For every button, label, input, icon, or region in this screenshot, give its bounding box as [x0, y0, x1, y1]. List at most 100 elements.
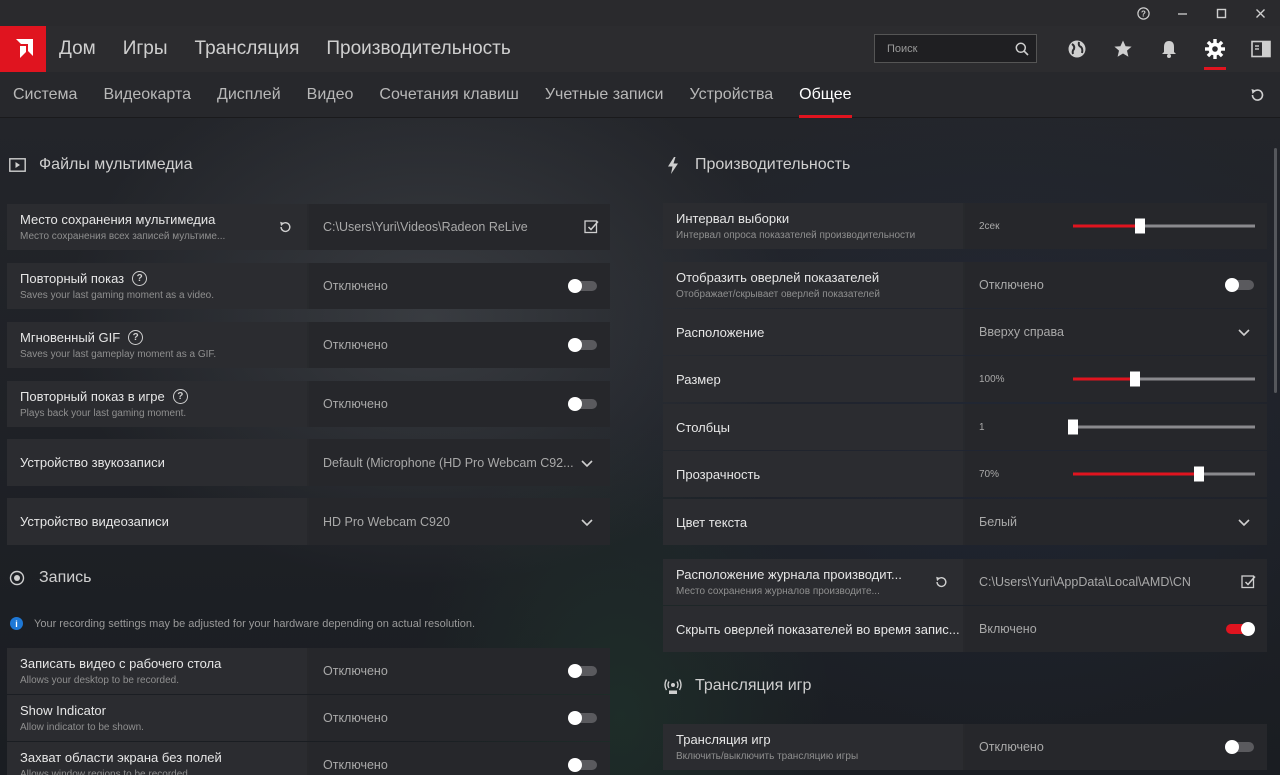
maximize-icon[interactable] — [1202, 0, 1241, 26]
media-1-value-cell: Отключено — [309, 263, 610, 309]
media-3-value: Отключено — [323, 397, 388, 411]
amd-logo-icon[interactable] — [0, 26, 46, 72]
gear-icon[interactable] — [1192, 26, 1238, 72]
media-0-value-cell: C:\Users\Yuri\Videos\Radeon ReLive — [309, 204, 610, 250]
stream-section-title: Трансляция игр — [664, 677, 811, 695]
chevron-down-icon[interactable] — [580, 515, 594, 529]
media-3-toggle[interactable] — [568, 397, 597, 411]
overlay-3-title: Столбцы — [676, 420, 963, 435]
media-0-row: Место сохранения мультимедиа Место сохран… — [7, 204, 610, 250]
log-1-toggle[interactable] — [1226, 622, 1255, 636]
slider-thumb[interactable] — [1129, 371, 1140, 387]
tab-1[interactable]: Видеокарта — [103, 72, 191, 118]
record-icon — [8, 569, 26, 587]
reset-icon[interactable] — [933, 574, 949, 590]
media-1-toggle[interactable] — [568, 279, 597, 293]
record-0-value: Отключено — [323, 664, 388, 678]
nav-item-games[interactable]: Игры — [123, 38, 168, 60]
chevron-down-icon[interactable] — [1237, 325, 1251, 339]
record-0-toggle[interactable] — [568, 664, 597, 678]
overlay-2-value: 100% — [979, 373, 1005, 385]
tab-6[interactable]: Устройства — [689, 72, 773, 118]
record-1-value-cell: Отключено — [309, 695, 610, 741]
nav-item-performance[interactable]: Производительность — [326, 38, 510, 60]
media-4-label-cell: Устройство звукозаписи — [7, 439, 307, 486]
globe-icon[interactable] — [1054, 26, 1100, 72]
edit-path-icon[interactable] — [584, 219, 600, 235]
chevron-down-icon[interactable] — [580, 456, 594, 470]
tab-3[interactable]: Видео — [307, 72, 354, 118]
record-2-toggle[interactable] — [568, 758, 597, 772]
media-4-value-cell[interactable]: Default (Microphone (HD Pro Webcam C92..… — [309, 439, 610, 486]
nav-item-streaming[interactable]: Трансляция — [195, 38, 300, 60]
search-input[interactable]: Поиск — [874, 34, 1037, 63]
stream-toggle[interactable] — [1225, 740, 1254, 754]
tab-5[interactable]: Учетные записи — [545, 72, 664, 118]
overlay-1-title-text: Расположение — [676, 324, 765, 340]
star-icon[interactable] — [1100, 26, 1146, 72]
slider-thumb[interactable] — [1135, 218, 1146, 234]
overlay-3-slider[interactable] — [1068, 419, 1255, 435]
minimize-icon[interactable] — [1163, 0, 1202, 26]
overlay-5-value-cell[interactable]: Белый — [965, 499, 1267, 545]
record-0-title-text: Записать видео с рабочего стола — [20, 656, 222, 671]
media-5-value-cell[interactable]: HD Pro Webcam C920 — [309, 498, 610, 545]
media-2-subtitle: Saves your last gameplay moment as a GIF… — [20, 349, 217, 360]
record-2-title: Захват области экрана без полей — [20, 750, 307, 765]
tab-7[interactable]: Общее — [799, 72, 852, 118]
edit-path-icon[interactable] — [1241, 574, 1257, 590]
slider-fill — [1073, 224, 1141, 228]
record-1-toggle[interactable] — [568, 711, 597, 725]
media-0-value[interactable]: C:\Users\Yuri\Videos\Radeon ReLive — [323, 220, 528, 234]
toggle-knob — [568, 664, 582, 678]
overlay-0-toggle[interactable] — [1225, 278, 1254, 292]
settings-content: Файлы мультимедиа Место сохранения мульт… — [0, 118, 1280, 775]
log-0-value[interactable]: C:\Users\Yuri\AppData\Local\AMD\CN — [979, 575, 1191, 589]
media-4-title: Устройство звукозаписи — [20, 455, 307, 470]
help-icon[interactable]: ? — [132, 271, 148, 286]
close-icon[interactable] — [1241, 0, 1280, 26]
overlay-2-value-cell: 100% — [965, 356, 1267, 402]
tab-0[interactable]: Система — [13, 72, 77, 118]
sample-interval-row: Интервал выборки Интервал опроса показате… — [663, 203, 1267, 249]
media-2-toggle[interactable] — [568, 338, 597, 352]
slider-thumb[interactable] — [1068, 419, 1078, 435]
nav-item-home[interactable]: Дом — [59, 38, 96, 60]
overlay-0-title-text: Отобразить оверлей показателей — [676, 270, 880, 285]
record-section-title: Запись — [8, 569, 92, 587]
stream-subtitle: Включить/выключить трансляцию игры — [676, 751, 859, 762]
media-4-title-text: Устройство звукозаписи — [20, 455, 165, 470]
reset-icon[interactable] — [277, 219, 293, 235]
tab-4[interactable]: Сочетания клавиш — [379, 72, 518, 118]
scrollbar[interactable] — [1274, 148, 1277, 393]
overlay-4-slider[interactable] — [1073, 466, 1255, 482]
overlay-2-row: Размер 100% — [663, 356, 1267, 402]
panel-toggle-icon[interactable] — [1238, 26, 1280, 72]
overlay-2-slider[interactable] — [1073, 371, 1255, 387]
lightning-icon — [664, 156, 682, 174]
overlay-5-title: Цвет текста — [676, 515, 963, 530]
overlay-1-value-cell[interactable]: Вверху справа — [965, 309, 1267, 355]
help-icon[interactable]: ? — [172, 389, 188, 404]
stream-value-cell: Отключено — [965, 724, 1267, 770]
reset-all-icon[interactable] — [1246, 84, 1268, 106]
broadcast-icon — [664, 677, 682, 695]
sample-interval-slider[interactable] — [1073, 218, 1255, 234]
media-0-title-text: Место сохранения мультимедиа — [20, 212, 216, 227]
log-0-value-cell: C:\Users\Yuri\AppData\Local\AMD\CN — [965, 559, 1267, 605]
help-icon[interactable]: ? — [128, 330, 144, 345]
overlay-4-label-cell: Прозрачность — [663, 451, 963, 497]
toggle-knob — [568, 279, 582, 293]
bell-icon[interactable] — [1146, 26, 1192, 72]
media-2-row: Мгновенный GIF? Saves your last gameplay … — [7, 322, 610, 368]
slider-thumb[interactable] — [1193, 466, 1204, 482]
search-icon[interactable] — [1008, 42, 1036, 56]
chevron-down-icon[interactable] — [1237, 515, 1251, 529]
media-title: Файлы мультимедиа — [39, 156, 193, 173]
media-2-title-text: Мгновенный GIF — [20, 330, 121, 345]
overlay-4-title-text: Прозрачность — [676, 466, 761, 482]
tab-2[interactable]: Дисплей — [217, 72, 281, 118]
log-1-row: Скрыть оверлей показателей во время запи… — [663, 606, 1267, 652]
record-1-row: Show Indicator Allow indicator to be show… — [7, 695, 610, 741]
help-circle-icon[interactable]: ? — [1124, 0, 1163, 26]
